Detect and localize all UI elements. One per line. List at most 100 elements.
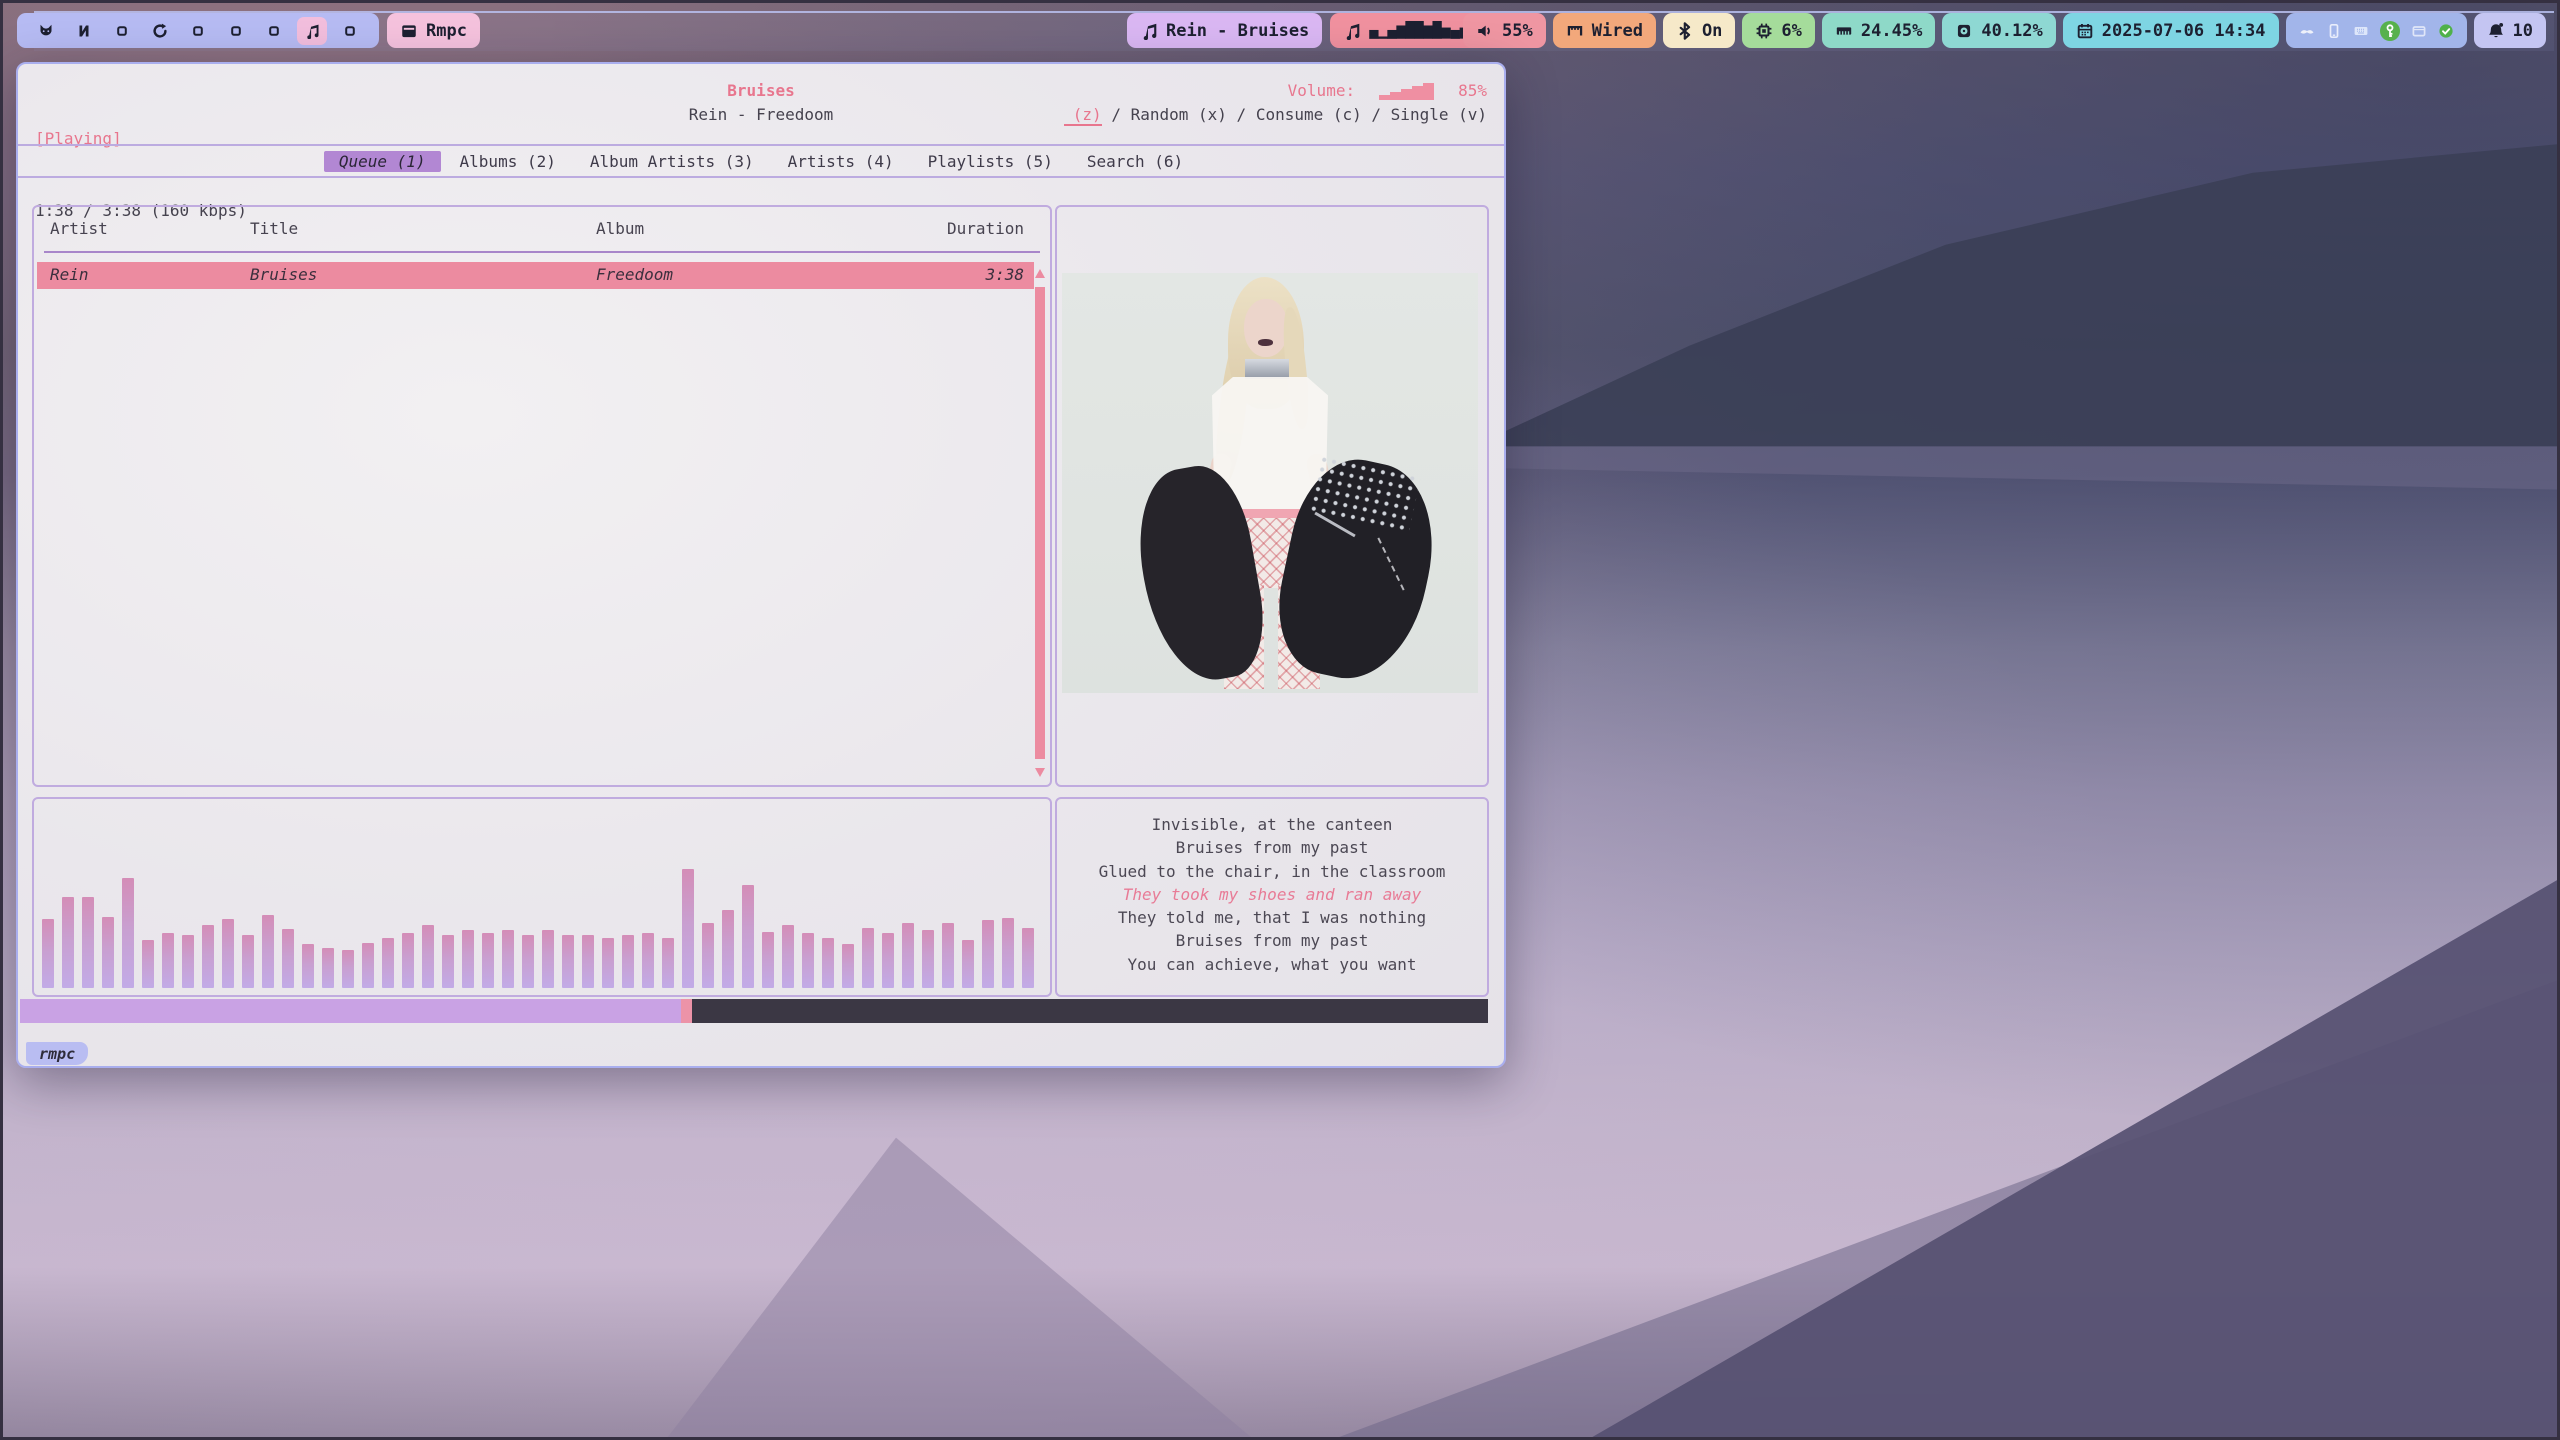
workspace-4-refresh[interactable]	[141, 13, 179, 48]
network-value: Wired	[1592, 21, 1643, 41]
system-tray	[2286, 13, 2467, 48]
cpu-badge: 6%	[1742, 13, 1814, 48]
player-options-block: Volume: 85% (z) / Random (x) / Consume (…	[1064, 79, 1487, 127]
square-icon	[114, 23, 130, 39]
tab-queue-1-[interactable]: Queue (1)	[324, 151, 441, 172]
workspace-1-cat[interactable]	[27, 13, 65, 48]
lyrics-line: They told me, that I was nothing	[1057, 906, 1487, 929]
toggle-modes: / Random (x) / Consume (c) / Single (v)	[1102, 105, 1487, 124]
notifications-count: 10	[2513, 21, 2533, 41]
clock-badge[interactable]: 2025-07-06 14:34	[2063, 13, 2279, 48]
taskbar-right: 55% Wired On 6% 24.45% 40.12% 2025-07-06…	[1463, 13, 2546, 48]
cell-artist: Rein	[50, 265, 89, 284]
workspace-8-music-note[interactable]	[293, 13, 331, 48]
speaker-icon	[1476, 22, 1494, 40]
visualizer-bar	[402, 933, 414, 988]
visualizer-bar	[542, 930, 554, 988]
volume-badge[interactable]: 55%	[1463, 13, 1546, 48]
divider	[18, 176, 1504, 178]
workspace-5-square[interactable]	[179, 13, 217, 48]
cpu-icon	[1755, 22, 1773, 40]
cpu-value: 6%	[1781, 21, 1801, 41]
network-badge[interactable]: Wired	[1553, 13, 1656, 48]
visualizer-bar	[1002, 918, 1014, 988]
queue-header-divider	[44, 251, 1040, 253]
disk-value: 40.12%	[1981, 21, 2042, 41]
lyrics-line-current: They took my shoes and ran away	[1057, 883, 1487, 906]
progress-thumb[interactable]	[681, 999, 692, 1023]
music-note-icon	[1140, 22, 1158, 40]
scrollbar-up-arrow-icon[interactable]	[1035, 269, 1045, 278]
volume-percent: 85%	[1458, 79, 1487, 103]
lyrics-line: You can achieve, what you want	[1057, 953, 1487, 976]
ram-icon	[1835, 22, 1853, 40]
progress-bar[interactable]	[20, 999, 1488, 1023]
workspace-6-square[interactable]	[217, 13, 255, 48]
progress-remaining	[692, 999, 1488, 1023]
window-icon	[400, 22, 418, 40]
taskbar-center: Rein - Bruises ▄▁▄▆██▆█▅▄▅▂▁	[1127, 13, 1500, 48]
volume-label: Volume:	[1288, 79, 1355, 103]
divider	[18, 144, 1504, 146]
tray-keyboard-icon[interactable]	[2353, 23, 2369, 39]
taskbar-left: Rmpc	[17, 13, 480, 48]
visualizer-bar	[522, 935, 534, 988]
visualizer-bar	[362, 943, 374, 988]
workspace-9-square[interactable]	[331, 13, 369, 48]
volume-value: 55%	[1502, 21, 1533, 41]
lyrics-panel: Invisible, at the canteenBruises from my…	[1055, 797, 1489, 997]
cell-dur: 3:38	[985, 265, 1024, 284]
visualizer-bar	[102, 917, 114, 988]
square-icon	[342, 23, 358, 39]
visualizer-bar	[962, 940, 974, 988]
visualizer-bar	[442, 935, 454, 988]
queue-row[interactable]: ReinBruisesFreedoom3:38	[37, 262, 1034, 289]
visualizer-bar	[322, 948, 334, 988]
visualizer-bar	[982, 920, 994, 988]
visualizer-bar	[602, 938, 614, 988]
queue-header: Artist Title Album Duration	[34, 219, 1050, 243]
visualizer-panel	[32, 797, 1052, 997]
visualizer-bar	[922, 930, 934, 988]
notifications-badge[interactable]: 10	[2474, 13, 2546, 48]
app-badge-rmpc[interactable]: Rmpc	[387, 13, 480, 48]
now-playing-badge[interactable]: Rein - Bruises	[1127, 13, 1322, 48]
workspace-2-neovim[interactable]	[65, 13, 103, 48]
visualizer-bar	[382, 938, 394, 988]
visualizer-bar	[202, 925, 214, 988]
queue-rows: ReinBruisesFreedoom3:38	[37, 262, 1034, 289]
scrollbar-thumb[interactable]	[1035, 287, 1045, 759]
visualizer-bar	[282, 929, 294, 988]
lyrics: Invisible, at the canteenBruises from my…	[1057, 813, 1487, 976]
visualizer-bar	[482, 933, 494, 988]
tray-mustache-icon[interactable]	[2299, 23, 2315, 39]
tab-album-artists-3-[interactable]: Album Artists (3)	[575, 151, 769, 172]
lyrics-line: Invisible, at the canteen	[1057, 813, 1487, 836]
tab-albums-2-[interactable]: Albums (2)	[445, 151, 571, 172]
visualizer-bar	[82, 897, 94, 988]
tab-artists-4-[interactable]: Artists (4)	[773, 151, 909, 172]
workspace-7-square[interactable]	[255, 13, 293, 48]
visualizer-bar	[242, 935, 254, 988]
workspace-3-square[interactable]	[103, 13, 141, 48]
visualizer-bar	[702, 923, 714, 988]
bluetooth-badge[interactable]: On	[1663, 13, 1735, 48]
visualizer-bar	[262, 915, 274, 988]
visualizer-bar	[822, 938, 834, 988]
tray-check-icon[interactable]	[2438, 23, 2454, 39]
column-album: Album	[596, 219, 644, 238]
app-badge-label: Rmpc	[426, 21, 467, 41]
tab-playlists-5-[interactable]: Playlists (5)	[913, 151, 1068, 172]
tray-phone-icon[interactable]	[2326, 23, 2342, 39]
visualizer-bar	[182, 935, 194, 988]
tray-key-icon[interactable]	[2380, 21, 2400, 41]
clock-value: 2025-07-06 14:34	[2102, 21, 2266, 41]
rmpc-window: [Playing] 1:38 / 3:38 (160 kbps) Bruises…	[16, 62, 1506, 1068]
window-tag: rmpc	[26, 1042, 88, 1065]
album-art-panel	[1055, 205, 1489, 787]
lyrics-line: Glued to the chair, in the classroom	[1057, 860, 1487, 883]
tray-tray-icon[interactable]	[2411, 23, 2427, 39]
visualizer-bar	[942, 923, 954, 988]
scrollbar-down-arrow-icon[interactable]	[1035, 768, 1045, 777]
tab-search-6-[interactable]: Search (6)	[1072, 151, 1198, 172]
